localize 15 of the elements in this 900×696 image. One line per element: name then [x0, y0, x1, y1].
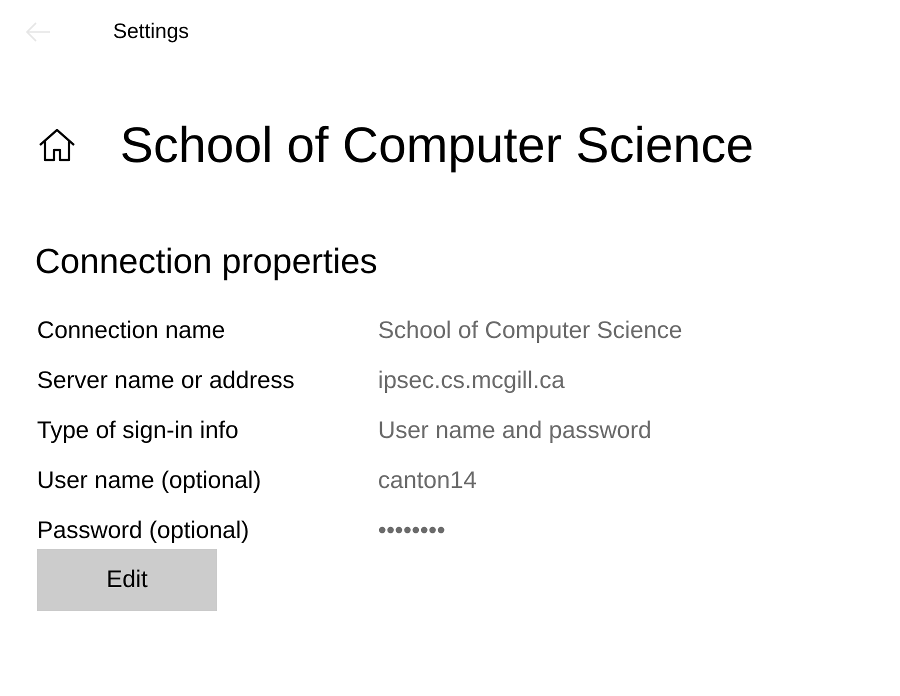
property-label: User name (optional)	[37, 466, 262, 496]
property-label: Server name or address	[37, 366, 296, 396]
section-heading: Connection properties	[35, 241, 378, 283]
home-icon	[38, 128, 76, 162]
property-value: School of Computer Science	[378, 316, 684, 346]
window-title: Settings	[113, 20, 189, 44]
edit-button[interactable]: Edit	[37, 549, 217, 611]
property-label: Password (optional)	[37, 516, 250, 546]
property-value: ipsec.cs.mcgill.ca	[378, 366, 566, 396]
property-label: Type of sign-in info	[37, 416, 240, 446]
property-value: canton14	[378, 466, 478, 496]
property-label: Connection name	[37, 316, 226, 346]
property-value: User name and password	[378, 416, 652, 446]
property-value: ••••••••	[378, 516, 446, 546]
page-title: School of Computer Science	[120, 116, 754, 175]
